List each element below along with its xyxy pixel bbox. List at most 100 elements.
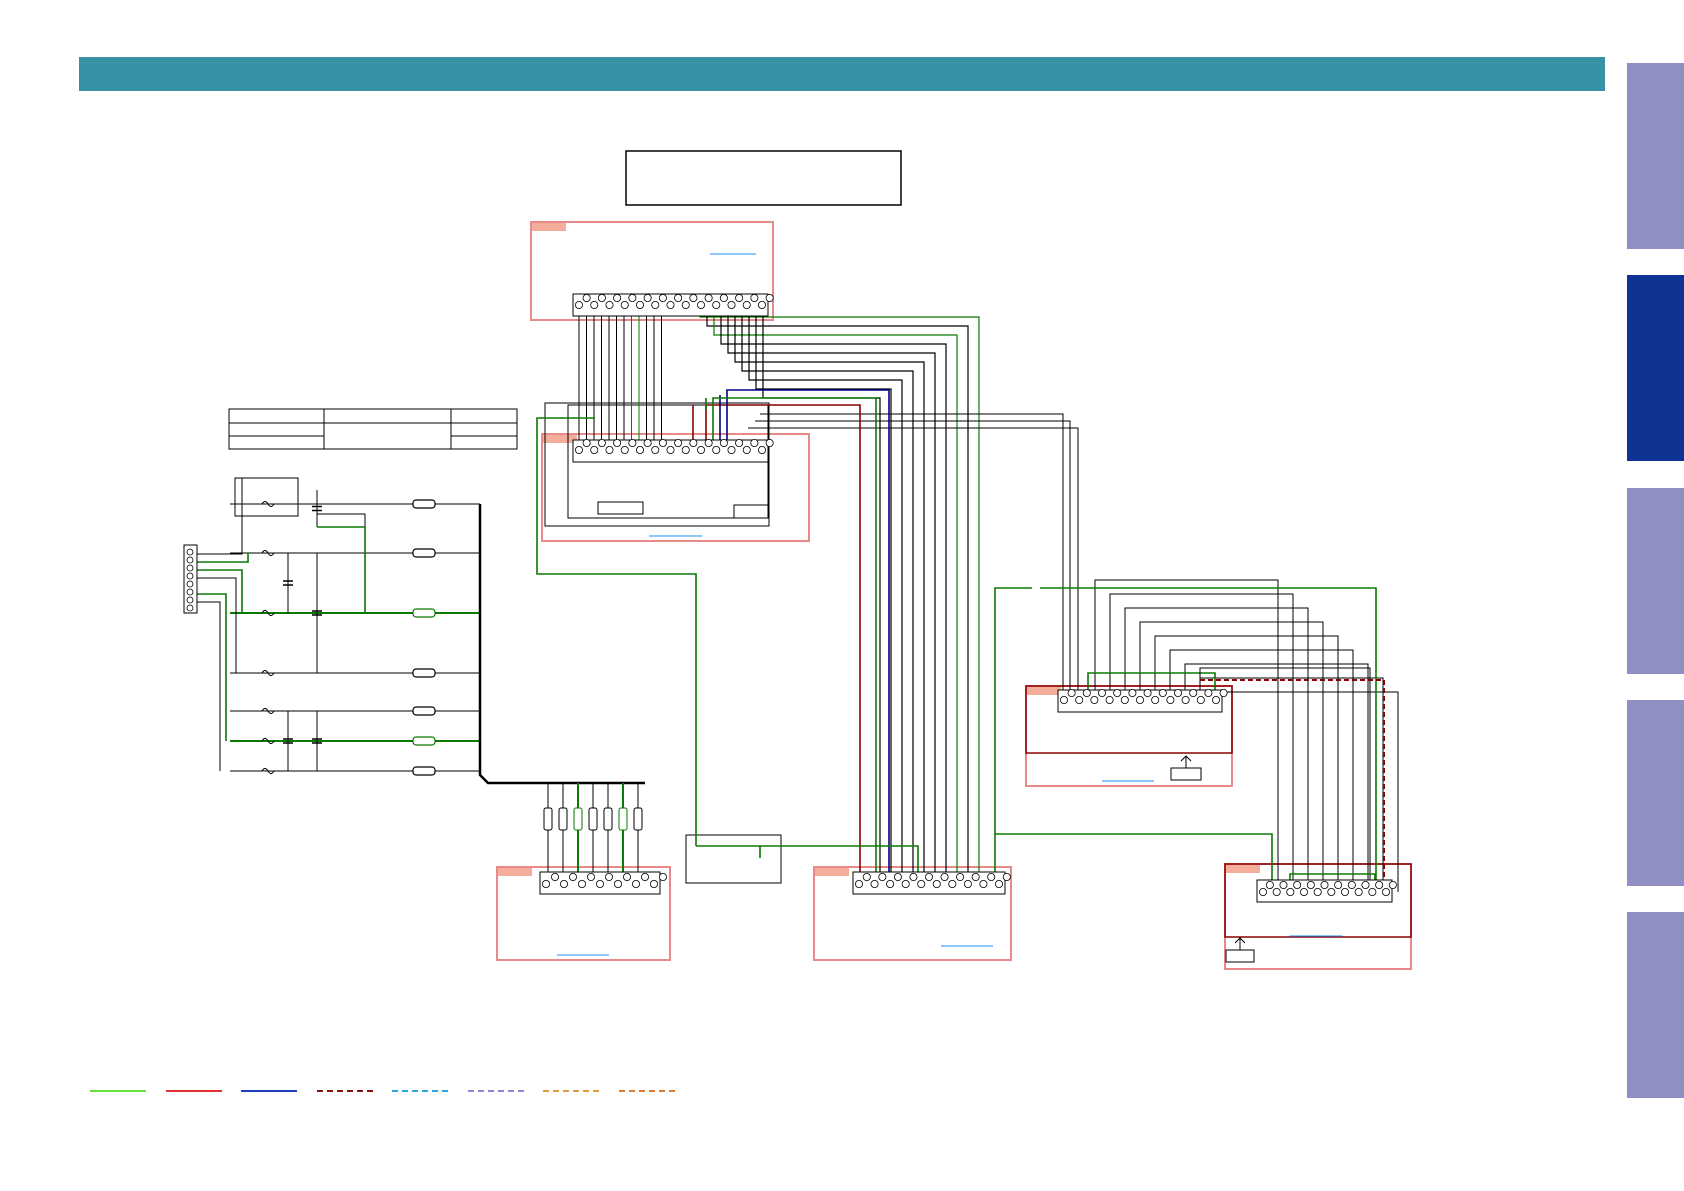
connector-top-pin: [742, 300, 751, 309]
subassembly-part: [597, 501, 644, 515]
board-middle-left-label-tab: [543, 435, 577, 443]
connector-top-pin: [605, 300, 614, 309]
connector-middle-pin: [689, 438, 698, 447]
legend-line-7: [543, 1090, 599, 1092]
wire-top-to-bottom: [713, 305, 958, 884]
connector-bottom-center-pin: [917, 880, 926, 889]
wire-top-to-bottom: [741, 305, 914, 884]
connector-bottom-left-pin: [560, 880, 569, 889]
connector-right-lower-pin: [1327, 888, 1336, 897]
connector-top-pin: [712, 300, 721, 309]
legend-line-5: [392, 1090, 448, 1092]
connector-right-lower-pin: [1388, 881, 1397, 890]
wire-middle-to-right: [760, 413, 1064, 700]
connector-top-pin: [697, 300, 706, 309]
resistor: [412, 766, 436, 776]
resistor: [412, 668, 436, 678]
board-top-label-tab: [532, 223, 566, 231]
wire-terminal: [197, 593, 227, 741]
connector-bottom-center-pin: [971, 873, 980, 882]
connector-top-pin: [704, 293, 713, 302]
terminal-pin: [186, 596, 194, 604]
wire-top-to-bottom: [762, 305, 881, 884]
connector-bottom-left-pin: [569, 873, 578, 882]
resistor-vertical: [618, 807, 628, 831]
legend-line-6: [467, 1090, 524, 1092]
connector-top-pin: [758, 300, 767, 309]
spec-table-frame: [228, 408, 518, 450]
connector-middle-pin: [643, 438, 652, 447]
board-bottom-left-label-tab: [498, 868, 532, 876]
connector-right-upper-pin: [1219, 689, 1228, 698]
legend-line-1: [90, 1090, 146, 1092]
connector-bottom-left-pin: [542, 880, 551, 889]
connector-right-upper-pin: [1105, 696, 1114, 705]
wire-right-fan: [1214, 691, 1399, 892]
terminal-pin: [186, 556, 194, 564]
connector-middle: [572, 438, 774, 463]
connector-middle-pin: [658, 438, 667, 447]
wire-green: [712, 397, 877, 884]
connector-top-pin: [636, 300, 645, 309]
wire-terminal: [197, 601, 221, 771]
wire-top-to-bottom: [699, 305, 980, 884]
connector-top-pin: [681, 300, 690, 309]
resistor: [412, 706, 436, 716]
connector-right-upper-pin: [1174, 689, 1183, 698]
wire-green-right: [1087, 672, 1216, 690]
terminal-pin: [186, 564, 194, 572]
connector-top-pin: [658, 293, 667, 302]
resistor-vertical: [573, 807, 583, 831]
connector-middle-pin: [719, 438, 728, 447]
connector-top-pin: [689, 293, 698, 302]
connector-right-lower: [1256, 879, 1397, 903]
connector-right-lower-pin: [1347, 881, 1356, 890]
connector-top-pin: [727, 300, 736, 309]
connector-right-upper-pin: [1212, 696, 1221, 705]
wire-cap: [317, 526, 366, 613]
fuse-box: [234, 477, 299, 517]
components: [183, 293, 1397, 903]
terminal-pin: [186, 588, 194, 596]
connector-right-upper-pin: [1158, 689, 1167, 698]
connector-bottom-left-pin: [587, 873, 596, 882]
connector-bottom-center-pin: [932, 880, 941, 889]
wire-red: [705, 404, 861, 884]
connector-middle-pin: [727, 445, 736, 454]
spec-table: [228, 408, 518, 450]
connector-right-upper-pin: [1181, 696, 1190, 705]
connector-bottom-left-pin: [596, 880, 605, 889]
connector-right-lower-pin: [1320, 881, 1329, 890]
connector-right-lower-pin: [1286, 888, 1295, 897]
connector-bottom-center-pin: [1002, 873, 1011, 882]
wires: [197, 305, 1399, 892]
connector-top-pin: [575, 300, 584, 309]
connector-bottom-center-pin: [979, 880, 988, 889]
connector-middle-pin: [765, 438, 774, 447]
connector-bottom-center-pin: [878, 873, 887, 882]
connector-right-upper-pin: [1098, 689, 1107, 698]
legend-line-2: [165, 1090, 222, 1092]
connector-right-lower-pin: [1293, 881, 1302, 890]
connector-bottom-center-pin: [925, 873, 934, 882]
wire-top-to-bottom: [720, 305, 947, 884]
legend-line-3: [241, 1090, 297, 1092]
resistor: [412, 499, 436, 509]
connector-right-upper-pin: [1196, 696, 1205, 705]
connector-middle-pin: [758, 445, 767, 454]
connector-middle-pin: [605, 445, 614, 454]
connector-top-pin: [590, 300, 599, 309]
connector-bottom-center-pin: [886, 880, 895, 889]
resistor: [412, 608, 436, 618]
connector-middle-pin: [575, 445, 584, 454]
connector-middle-pin: [582, 438, 591, 447]
connector-right-lower-pin: [1382, 888, 1391, 897]
connector-right-upper-pin: [1082, 689, 1091, 698]
connector-middle-pin: [620, 445, 629, 454]
connector-bottom-center-pin: [948, 880, 957, 889]
connector-top-pin: [651, 300, 660, 309]
connector-right-lower-pin: [1313, 888, 1322, 897]
connector-bottom-center: [852, 871, 1011, 895]
connector-right-upper: [1057, 689, 1228, 713]
connector-top-pin: [628, 293, 637, 302]
